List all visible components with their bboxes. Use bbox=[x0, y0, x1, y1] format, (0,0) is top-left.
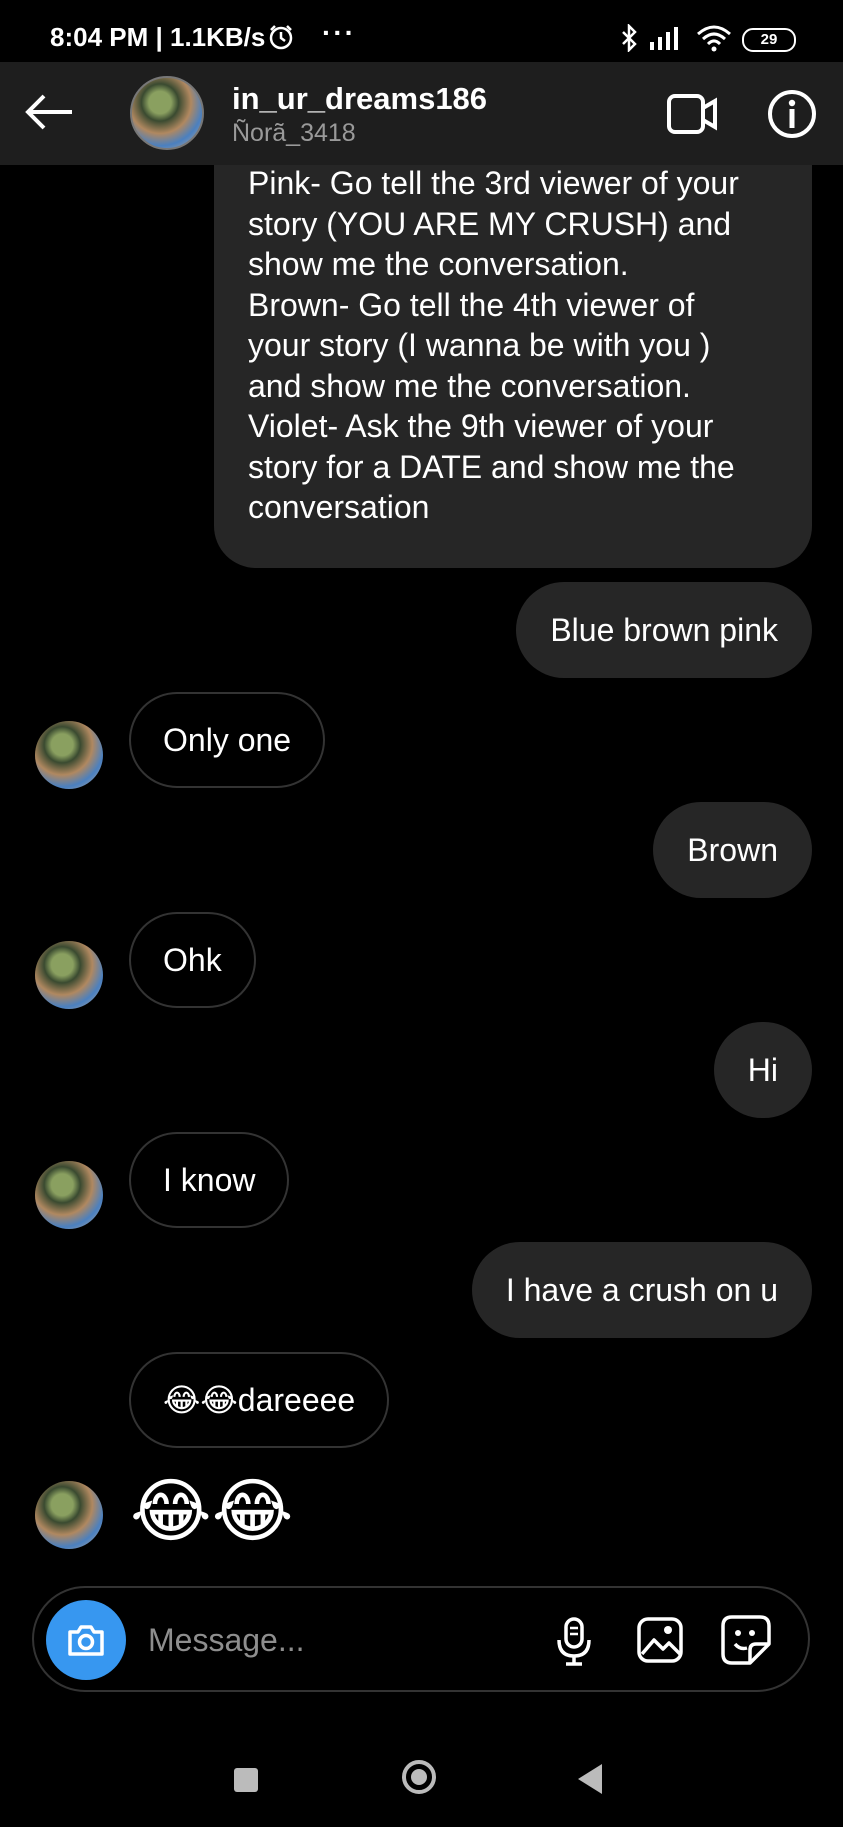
message-input[interactable] bbox=[146, 1612, 480, 1668]
username[interactable]: in_ur_dreams186 bbox=[232, 81, 487, 117]
avatar[interactable] bbox=[35, 941, 103, 1009]
status-time: 8:04 PM | 1.1KB/s bbox=[50, 22, 266, 52]
back-arrow-icon[interactable] bbox=[22, 92, 76, 137]
display-name: Ñorã_3418 bbox=[232, 119, 356, 147]
status-bar: 8:04 PM | 1.1KB/s ··· 29 bbox=[0, 0, 843, 62]
camera-button[interactable] bbox=[46, 1600, 126, 1680]
message-bubble-sent[interactable]: Blue brown pink bbox=[516, 582, 812, 678]
bluetooth-icon bbox=[620, 22, 640, 57]
battery-icon: 29 bbox=[742, 28, 796, 52]
back-icon[interactable] bbox=[578, 1764, 602, 1794]
message-bubble-received[interactable]: Ohk bbox=[129, 912, 256, 1008]
avatar[interactable] bbox=[130, 76, 204, 150]
gallery-icon[interactable] bbox=[636, 1616, 684, 1669]
info-icon[interactable] bbox=[766, 88, 818, 145]
message-composer bbox=[32, 1586, 810, 1692]
status-more: ··· bbox=[322, 17, 356, 48]
alarm-icon bbox=[268, 24, 294, 55]
recents-icon[interactable] bbox=[234, 1768, 258, 1792]
message-bubble-sent[interactable]: Brown bbox=[653, 802, 812, 898]
chat-header: in_ur_dreams186 Ñorã_3418 bbox=[0, 62, 843, 165]
home-icon[interactable] bbox=[402, 1760, 436, 1794]
microphone-icon[interactable] bbox=[554, 1616, 594, 1671]
avatar[interactable] bbox=[35, 1481, 103, 1549]
message-bubble-sent[interactable]: Hi bbox=[713, 1022, 812, 1118]
signal-icon bbox=[648, 26, 684, 55]
message-bubble-received[interactable]: I know bbox=[129, 1132, 290, 1228]
avatar[interactable] bbox=[35, 721, 103, 789]
message-bubble-received[interactable]: Only one bbox=[129, 692, 326, 788]
video-call-icon[interactable] bbox=[666, 92, 718, 141]
emoji-message[interactable]: 😂😂 bbox=[130, 1471, 294, 1551]
avatar[interactable] bbox=[35, 1161, 103, 1229]
message-bubble-sent[interactable]: Pink- Go tell the 3rd viewer of your sto… bbox=[214, 165, 812, 568]
system-nav-bar bbox=[0, 1720, 843, 1827]
message-thread[interactable]: Pink- Go tell the 3rd viewer of your sto… bbox=[0, 165, 843, 1585]
message-bubble-sent[interactable]: I have a crush on u bbox=[471, 1242, 812, 1338]
wifi-icon bbox=[696, 24, 732, 57]
message-bubble-received[interactable]: 😂😂dareeee bbox=[129, 1352, 390, 1448]
sticker-icon[interactable] bbox=[720, 1614, 772, 1671]
